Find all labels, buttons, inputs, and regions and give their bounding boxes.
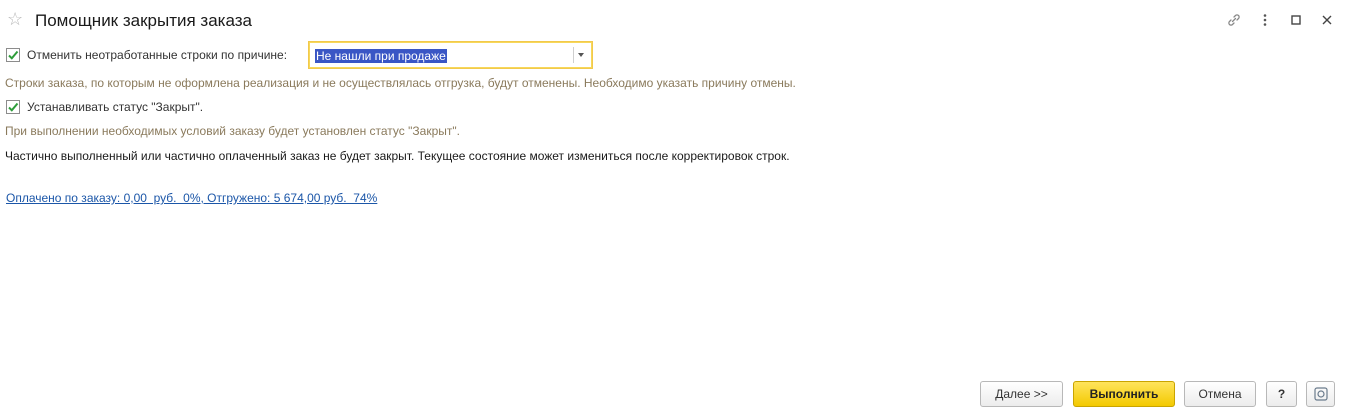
next-button[interactable]: Далее >> (980, 381, 1063, 407)
cancel-button[interactable]: Отмена (1184, 381, 1256, 407)
cancel-reason-select[interactable]: Не нашли при продаже (308, 41, 593, 69)
settings-icon (1313, 387, 1328, 401)
combo-divider (573, 47, 574, 63)
partial-order-note: Частично выполненный или частично оплаче… (5, 149, 790, 163)
close-icon[interactable] (1311, 10, 1342, 30)
title-bar: ☆ Помощник закрытия заказа (0, 0, 1352, 42)
settings-button[interactable] (1306, 381, 1335, 407)
help-button[interactable]: ? (1266, 381, 1297, 407)
set-status-label[interactable]: Устанавливать статус "Закрыт". (27, 100, 203, 114)
maximize-icon[interactable] (1280, 10, 1311, 30)
set-status-checkbox[interactable] (6, 100, 20, 114)
cancel-rows-checkbox[interactable] (6, 48, 20, 62)
chevron-down-icon[interactable] (578, 53, 584, 57)
payment-shipment-summary-link[interactable]: Оплачено по заказу: 0,00 руб. 0%, Отгруж… (6, 191, 377, 205)
window-controls (1218, 10, 1342, 30)
cancel-reason-value: Не нашли при продаже (315, 49, 447, 63)
checkmark-icon (8, 50, 19, 60)
cancel-rows-hint: Строки заказа, по которым не оформлена р… (5, 76, 796, 90)
execute-button[interactable]: Выполнить (1073, 381, 1175, 407)
star-icon[interactable]: ☆ (7, 10, 25, 28)
more-vertical-icon[interactable] (1249, 10, 1280, 30)
window-title: Помощник закрытия заказа (35, 11, 252, 30)
cancel-rows-label[interactable]: Отменить неотработанные строки по причин… (27, 48, 287, 62)
link-icon[interactable] (1218, 10, 1249, 30)
set-status-hint: При выполнении необходимых условий заказ… (5, 124, 460, 138)
checkmark-icon (8, 102, 19, 112)
